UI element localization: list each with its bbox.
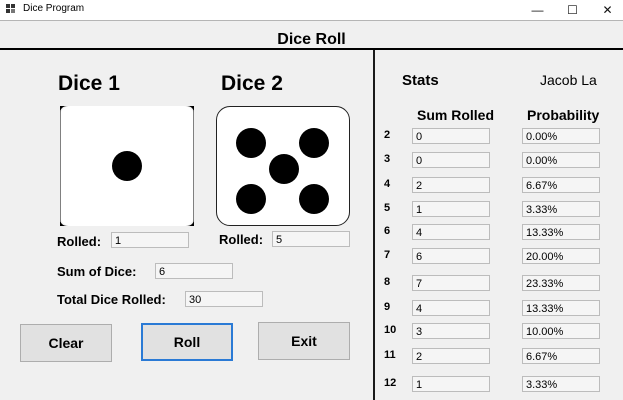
stats-row-count-field[interactable]: 7 xyxy=(412,275,490,291)
stats-row-sum-label: 5 xyxy=(384,202,391,214)
dice2-pip xyxy=(236,183,267,214)
stats-row-probability-field[interactable]: 6.67% xyxy=(522,348,600,364)
roll-button[interactable]: Roll xyxy=(141,323,233,361)
stats-row-probability-field[interactable]: 13.33% xyxy=(522,300,600,316)
stats-row-probability-field[interactable]: 6.67% xyxy=(522,177,600,193)
stats-row-probability-field[interactable]: 20.00% xyxy=(522,248,600,264)
rolled1-label: Rolled: xyxy=(57,234,102,249)
stats-row-sum-label: 4 xyxy=(384,178,391,190)
author-label: Jacob La xyxy=(540,72,597,88)
stats-row-count-field[interactable]: 0 xyxy=(412,152,490,168)
stats-row-count-field[interactable]: 4 xyxy=(412,300,490,316)
page-title: Dice Roll xyxy=(277,31,346,48)
stats-row-sum-label: 10 xyxy=(384,324,397,336)
total-dice-rolled-field[interactable]: 30 xyxy=(185,291,263,307)
stats-row-probability-field[interactable]: 13.33% xyxy=(522,224,600,240)
sum-of-dice-label: Sum of Dice: xyxy=(57,264,137,279)
stats-row-sum-label: 3 xyxy=(384,153,391,165)
clear-button[interactable]: Clear xyxy=(20,324,112,362)
sum-rolled-header: Sum Rolled xyxy=(417,107,495,123)
stats-row-count-field[interactable]: 4 xyxy=(412,224,490,240)
stats-row-sum-label: 12 xyxy=(384,377,397,389)
stats-row-probability-field[interactable]: 0.00% xyxy=(522,128,600,144)
total-dice-rolled-label: Total Dice Rolled: xyxy=(57,292,166,307)
sum-of-dice-field[interactable]: 6 xyxy=(155,263,233,279)
stats-row-probability-field[interactable]: 0.00% xyxy=(522,152,600,168)
rolled2-field[interactable]: 5 xyxy=(272,231,350,247)
stats-row-probability-field[interactable]: 3.33% xyxy=(522,201,600,217)
stats-row-sum-label: 2 xyxy=(384,129,391,141)
dice2-pip xyxy=(298,183,329,214)
panel-divider xyxy=(373,50,375,400)
close-button[interactable]: ✕ xyxy=(590,0,623,20)
stats-row-sum-label: 11 xyxy=(384,349,396,361)
stats-row-count-field[interactable]: 1 xyxy=(412,201,490,217)
app-icon xyxy=(6,4,16,14)
stats-row-count-field[interactable]: 1 xyxy=(412,376,490,392)
dice1-pip xyxy=(112,151,142,181)
stats-row-count-field[interactable]: 6 xyxy=(412,248,490,264)
stats-row-sum-label: 9 xyxy=(384,301,391,313)
dice2-pip xyxy=(236,127,267,158)
stats-row-count-field[interactable]: 2 xyxy=(412,348,490,364)
stats-row-probability-field[interactable]: 23.33% xyxy=(522,275,600,291)
dice2-pip xyxy=(298,127,329,158)
stats-row-sum-label: 8 xyxy=(384,276,391,288)
probability-header: Probability xyxy=(527,107,600,123)
stats-row-probability-field[interactable]: 3.33% xyxy=(522,376,600,392)
rolled2-label: Rolled: xyxy=(219,232,264,247)
dice1-label: Dice 1 xyxy=(58,72,120,95)
stats-row-probability-field[interactable]: 10.00% xyxy=(522,323,600,339)
stats-row-sum-label: 6 xyxy=(384,225,391,237)
stats-row-sum-label: 7 xyxy=(384,249,391,261)
stats-title: Stats xyxy=(402,72,439,89)
minimize-button[interactable]: — xyxy=(520,0,555,20)
stats-row-count-field[interactable]: 3 xyxy=(412,323,490,339)
dice2-label: Dice 2 xyxy=(221,72,283,95)
stats-row-count-field[interactable]: 2 xyxy=(412,177,490,193)
stats-row-count-field[interactable]: 0 xyxy=(412,128,490,144)
window-title: Dice Program xyxy=(23,3,85,14)
maximize-button[interactable]: ☐ xyxy=(555,0,590,20)
rolled1-field[interactable]: 1 xyxy=(111,232,189,248)
exit-button[interactable]: Exit xyxy=(258,322,350,360)
